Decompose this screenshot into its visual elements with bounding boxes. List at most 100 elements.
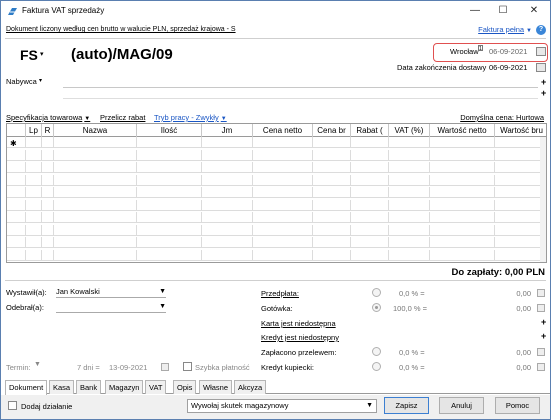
grid-scrollbar[interactable] bbox=[540, 137, 546, 262]
table-row[interactable] bbox=[7, 249, 546, 261]
table-cell[interactable] bbox=[430, 212, 495, 223]
table-cell[interactable] bbox=[202, 237, 253, 248]
transfer-percent[interactable]: 0,0 % = bbox=[399, 348, 425, 357]
table-cell[interactable] bbox=[202, 212, 253, 223]
term-date[interactable]: 13-09-2021 bbox=[109, 363, 147, 372]
table-cell[interactable] bbox=[313, 199, 351, 211]
table-cell[interactable] bbox=[351, 224, 389, 236]
table-cell[interactable] bbox=[7, 149, 26, 161]
table-cell[interactable] bbox=[7, 199, 26, 211]
table-cell[interactable] bbox=[7, 187, 26, 198]
table-cell[interactable] bbox=[7, 212, 26, 223]
table-cell[interactable] bbox=[253, 187, 313, 198]
table-cell[interactable] bbox=[137, 237, 202, 248]
buyer-field[interactable] bbox=[63, 87, 538, 88]
tab-kasa[interactable]: Kasa bbox=[49, 380, 75, 394]
table-cell[interactable] bbox=[253, 249, 313, 261]
add-buyer-icon[interactable]: + bbox=[541, 77, 546, 87]
table-cell[interactable] bbox=[313, 237, 351, 248]
table-cell[interactable] bbox=[54, 149, 137, 161]
table-cell[interactable] bbox=[389, 137, 430, 148]
table-cell[interactable] bbox=[54, 187, 137, 198]
table-cell[interactable] bbox=[7, 162, 26, 173]
table-cell[interactable] bbox=[389, 162, 430, 173]
tab-vat[interactable]: VAT bbox=[145, 380, 167, 394]
minimize-button[interactable]: — bbox=[460, 1, 490, 21]
table-cell[interactable] bbox=[351, 212, 389, 223]
save-button[interactable]: Zapisz bbox=[384, 397, 429, 414]
prepayment-radio[interactable] bbox=[372, 288, 381, 297]
table-cell[interactable] bbox=[42, 237, 54, 248]
table-cell[interactable] bbox=[430, 174, 495, 186]
table-cell[interactable] bbox=[54, 237, 137, 248]
table-cell[interactable] bbox=[351, 174, 389, 186]
calculator-icon[interactable] bbox=[537, 289, 545, 297]
table-cell[interactable] bbox=[351, 249, 389, 261]
document-type-chevron-icon[interactable]: ▾ bbox=[40, 50, 44, 58]
table-cell[interactable] bbox=[202, 162, 253, 173]
table-cell[interactable] bbox=[137, 224, 202, 236]
add-card-icon[interactable]: + bbox=[541, 317, 546, 327]
table-cell[interactable] bbox=[430, 249, 495, 261]
table-cell[interactable] bbox=[54, 212, 137, 223]
add-buyer-detail-icon[interactable]: + bbox=[541, 88, 546, 98]
calculator-icon[interactable] bbox=[537, 348, 545, 356]
maximize-button[interactable]: ☐ bbox=[488, 1, 518, 21]
help-button[interactable]: Pomoc bbox=[495, 397, 540, 414]
table-cell[interactable] bbox=[351, 187, 389, 198]
document-number[interactable]: (auto)/MAG/09 bbox=[71, 46, 173, 63]
table-cell[interactable] bbox=[26, 199, 42, 211]
column-header-unit[interactable]: Jm bbox=[202, 124, 253, 137]
card-link[interactable]: Karta jest niedostępna bbox=[261, 319, 336, 328]
table-cell[interactable] bbox=[26, 137, 42, 148]
table-cell[interactable] bbox=[7, 249, 26, 261]
table-cell[interactable] bbox=[253, 137, 313, 148]
table-cell[interactable] bbox=[42, 224, 54, 236]
table-cell[interactable] bbox=[137, 149, 202, 161]
table-cell[interactable] bbox=[313, 249, 351, 261]
prepayment-link[interactable]: Przedpłata: bbox=[261, 289, 299, 298]
prepayment-amount[interactable]: 0,00 bbox=[501, 289, 531, 298]
buyer-detail-field[interactable] bbox=[63, 98, 538, 99]
calculator-icon[interactable] bbox=[537, 304, 545, 312]
table-cell[interactable] bbox=[253, 212, 313, 223]
table-cell[interactable] bbox=[430, 199, 495, 211]
table-row[interactable] bbox=[7, 149, 546, 161]
tab-opis[interactable]: Opis bbox=[173, 380, 197, 394]
table-cell[interactable] bbox=[351, 237, 389, 248]
add-action-checkbox[interactable] bbox=[8, 401, 17, 410]
table-cell[interactable] bbox=[389, 187, 430, 198]
table-cell[interactable] bbox=[137, 174, 202, 186]
table-cell[interactable] bbox=[389, 237, 430, 248]
table-cell[interactable] bbox=[137, 187, 202, 198]
transfer-amount[interactable]: 0,00 bbox=[501, 348, 531, 357]
specification-menu[interactable]: Specyfikacja towarowa ▼ bbox=[6, 113, 90, 122]
table-cell[interactable] bbox=[351, 199, 389, 211]
column-header-net-value[interactable]: Wartość netto bbox=[430, 124, 495, 137]
table-cell[interactable] bbox=[253, 174, 313, 186]
table-cell[interactable] bbox=[430, 187, 495, 198]
table-cell[interactable] bbox=[7, 224, 26, 236]
table-cell[interactable] bbox=[389, 224, 430, 236]
table-cell[interactable] bbox=[42, 137, 54, 148]
table-cell[interactable] bbox=[351, 149, 389, 161]
table-row[interactable] bbox=[7, 212, 546, 223]
table-cell[interactable] bbox=[137, 137, 202, 148]
table-cell[interactable] bbox=[313, 149, 351, 161]
column-header-vat[interactable]: VAT (%) bbox=[389, 124, 430, 137]
table-cell[interactable] bbox=[42, 212, 54, 223]
table-cell[interactable] bbox=[42, 187, 54, 198]
table-cell[interactable] bbox=[54, 174, 137, 186]
column-header-lp[interactable]: Lp bbox=[26, 124, 42, 137]
buyer-chevron-icon[interactable]: ▾ bbox=[39, 77, 42, 84]
column-header-quantity[interactable]: Ilość bbox=[137, 124, 202, 137]
column-header-r[interactable]: R bbox=[42, 124, 54, 137]
table-cell[interactable] bbox=[253, 149, 313, 161]
column-header-discount[interactable]: Rabat ( bbox=[351, 124, 389, 137]
cancel-button[interactable]: Anuluj bbox=[439, 397, 484, 414]
table-row[interactable] bbox=[7, 199, 546, 211]
table-cell[interactable] bbox=[202, 187, 253, 198]
table-cell[interactable] bbox=[202, 199, 253, 211]
table-cell[interactable] bbox=[42, 174, 54, 186]
term-days[interactable]: 7 dni = bbox=[77, 363, 100, 372]
